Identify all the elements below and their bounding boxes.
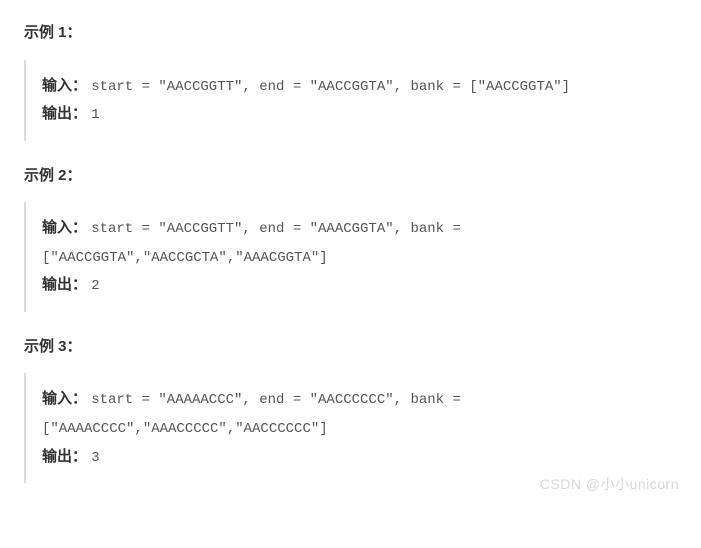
example-1-heading: 示例 1： [24, 20, 677, 46]
example-2: 示例 2： 输入： start = "AACCGGTT", end = "AAA… [24, 163, 677, 312]
output-value: 2 [91, 278, 99, 294]
output-label: 输出： [42, 448, 87, 465]
example-3-heading: 示例 3： [24, 334, 677, 360]
example-2-input-line: 输入： start = "AACCGGTT", end = "AAACGGTA"… [42, 214, 677, 271]
input-label: 输入： [42, 77, 87, 94]
output-label: 输出： [42, 105, 87, 122]
example-1-block: 输入： start = "AACCGGTT", end = "AACCGGTA"… [24, 60, 677, 141]
example-2-heading: 示例 2： [24, 163, 677, 189]
example-1-input-line: 输入： start = "AACCGGTT", end = "AACCGGTA"… [42, 72, 677, 101]
example-3: 示例 3： 输入： start = "AAAAACCC", end = "AAC… [24, 334, 677, 483]
example-2-output-line: 输出： 2 [42, 271, 677, 300]
output-value: 3 [91, 450, 99, 466]
example-1-output-line: 输出： 1 [42, 100, 677, 129]
example-3-block: 输入： start = "AAAAACCC", end = "AACCCCCC"… [24, 373, 677, 483]
input-code: start = "AAAAACCC", end = "AACCCCCC", ba… [42, 392, 461, 437]
example-3-input-line: 输入： start = "AAAAACCC", end = "AACCCCCC"… [42, 385, 677, 442]
input-code: start = "AACCGGTT", end = "AACCGGTA", ba… [91, 79, 570, 95]
example-1: 示例 1： 输入： start = "AACCGGTT", end = "AAC… [24, 20, 677, 141]
input-label: 输入： [42, 390, 87, 407]
example-2-block: 输入： start = "AACCGGTT", end = "AAACGGTA"… [24, 202, 677, 312]
example-3-output-line: 输出： 3 [42, 443, 677, 472]
input-label: 输入： [42, 219, 87, 236]
output-label: 输出： [42, 276, 87, 293]
output-value: 1 [91, 107, 99, 123]
input-code: start = "AACCGGTT", end = "AAACGGTA", ba… [42, 221, 461, 266]
